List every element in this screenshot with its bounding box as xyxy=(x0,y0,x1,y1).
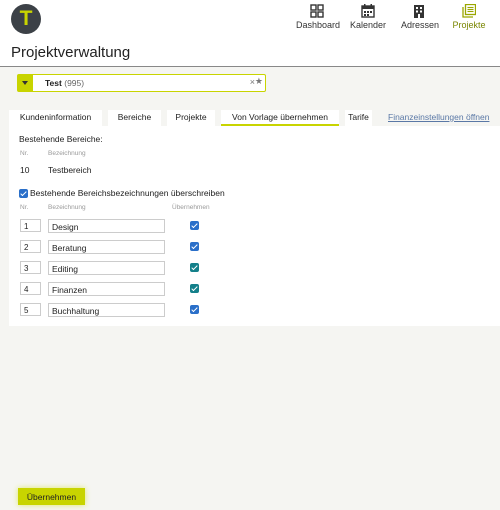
existing-row-nr: 10 xyxy=(20,165,30,175)
project-name: Test xyxy=(45,78,62,88)
name-input[interactable]: Design xyxy=(48,219,165,233)
calendar-icon xyxy=(361,4,375,18)
tab-projekte[interactable]: Projekte xyxy=(167,110,215,126)
app-logo[interactable]: T xyxy=(11,4,41,34)
apply-checkbox[interactable] xyxy=(190,242,199,251)
tab-kundeninformation[interactable]: Kundeninformation xyxy=(9,110,102,126)
nav-adressen[interactable]: Adressen xyxy=(401,4,440,34)
dashboard-icon xyxy=(310,4,324,18)
template-col-name: Bezeichnung xyxy=(48,204,86,211)
nav-label: Dashboard xyxy=(296,20,341,30)
nav-projekte[interactable]: Projekte xyxy=(452,4,486,34)
star-icon[interactable]: ★ xyxy=(255,76,263,87)
name-input[interactable]: Finanzen xyxy=(48,282,165,296)
chevron-down-icon[interactable] xyxy=(18,75,33,91)
project-select-value: Test (995) xyxy=(45,78,84,88)
nr-input[interactable]: 4 xyxy=(20,282,41,295)
name-input[interactable]: Buchhaltung xyxy=(48,303,165,317)
tab-tarife[interactable]: Tarife xyxy=(345,110,372,126)
existing-col-name: Bezeichnung xyxy=(48,150,86,157)
building-icon xyxy=(414,5,424,18)
nr-input[interactable]: 5 xyxy=(20,303,41,316)
top-bar: T Dashboard Kalender Adressen Projekte xyxy=(0,0,500,36)
nav-dashboard[interactable]: Dashboard xyxy=(296,4,341,34)
apply-checkbox[interactable] xyxy=(190,263,199,272)
page-title: Projektverwaltung xyxy=(11,44,131,61)
template-col-apply: Übernehmen xyxy=(172,204,210,211)
nav-label: Projekte xyxy=(452,20,486,30)
existing-heading: Bestehende Bereiche: xyxy=(19,134,103,144)
existing-row-name: Testbereich xyxy=(48,165,92,175)
nr-input[interactable]: 1 xyxy=(20,219,41,232)
apply-button[interactable]: Übernehmen xyxy=(18,488,85,505)
template-col-nr: Nr. xyxy=(20,204,29,211)
nav-label: Adressen xyxy=(401,20,440,30)
apply-checkbox[interactable] xyxy=(190,284,199,293)
name-input[interactable]: Editing xyxy=(48,261,165,275)
projects-icon xyxy=(462,4,476,18)
nr-input[interactable]: 2 xyxy=(20,240,41,253)
overwrite-label: Bestehende Bereichsbezeichnungen übersch… xyxy=(30,188,225,198)
overwrite-checkbox[interactable] xyxy=(19,189,28,198)
nr-input[interactable]: 3 xyxy=(20,261,41,274)
link-finanzeinstellungen[interactable]: Finanzeinstellungen öffnen xyxy=(388,110,500,126)
logo-letter: T xyxy=(19,7,33,30)
tab-von-vorlage[interactable]: Von Vorlage übernehmen xyxy=(221,110,339,126)
project-select[interactable]: Test (995) × ★ xyxy=(17,74,266,92)
existing-col-nr: Nr. xyxy=(20,150,29,157)
name-input[interactable]: Beratung xyxy=(48,240,165,254)
apply-checkbox[interactable] xyxy=(190,305,199,314)
apply-checkbox[interactable] xyxy=(190,221,199,230)
project-id: (995) xyxy=(64,78,85,88)
tab-bereiche[interactable]: Bereiche xyxy=(108,110,161,126)
nav-label: Kalender xyxy=(350,20,387,30)
nav-kalender[interactable]: Kalender xyxy=(350,4,386,34)
